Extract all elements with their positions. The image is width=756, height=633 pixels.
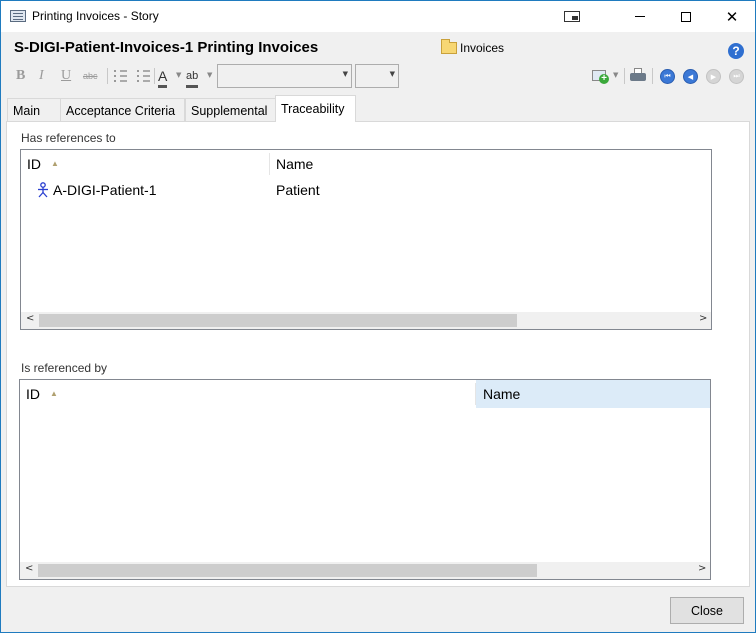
minimize-button[interactable]: [617, 1, 663, 32]
actor-icon: [38, 182, 48, 198]
has-references-label: Has references to: [21, 131, 116, 145]
chevron-down-icon: ▼: [342, 70, 348, 78]
font-family-select[interactable]: ▼: [217, 64, 352, 88]
insert-image-button[interactable]: +: [592, 68, 609, 84]
title-bar: Printing Invoices - Story ✕: [1, 1, 755, 32]
toolbar-divider: [154, 68, 155, 84]
column-header-label: Name: [276, 156, 314, 172]
table-row[interactable]: A-DIGI-Patient-1 Patient: [21, 178, 711, 202]
close-button[interactable]: Close: [670, 597, 744, 624]
scroll-right-icon[interactable]: >: [699, 313, 707, 324]
column-header-label: ID: [27, 156, 41, 172]
toolbar-divider: [624, 68, 625, 84]
previous-record-button[interactable]: ◀: [683, 69, 698, 84]
font-size-select[interactable]: ▼: [355, 64, 399, 88]
folder-label: Invoices: [460, 41, 505, 55]
row-id: A-DIGI-Patient-1: [53, 182, 157, 198]
maximize-icon: [681, 11, 691, 22]
row-name: Patient: [276, 182, 320, 198]
story-icon: [10, 10, 26, 22]
strikethrough-button[interactable]: abc: [83, 67, 98, 85]
maximize-button[interactable]: [663, 1, 709, 32]
screen-mode-button[interactable]: [549, 1, 595, 32]
column-header-label: Name: [483, 386, 521, 402]
referenced-by-grid: ID ▲ Name < >: [19, 379, 711, 580]
highlight-color-button[interactable]: ab: [186, 67, 199, 88]
scrollbar-thumb[interactable]: [38, 564, 537, 577]
help-icon[interactable]: ?: [728, 43, 744, 59]
referenced-by-label: Is referenced by: [21, 361, 108, 375]
horizontal-scrollbar[interactable]: < >: [20, 562, 710, 579]
toolbar-divider: [107, 68, 108, 84]
bullet-list-icon[interactable]: [114, 70, 127, 82]
last-record-button[interactable]: ⏭: [729, 69, 744, 84]
tab-supplemental[interactable]: Supplemental: [185, 98, 276, 121]
column-header-label: ID: [26, 386, 40, 402]
font-color-button[interactable]: A: [158, 67, 168, 88]
numbered-list-icon[interactable]: [137, 70, 150, 82]
column-header-id[interactable]: ID ▲: [20, 380, 475, 408]
chevron-down-icon[interactable]: ▼: [207, 71, 212, 79]
bold-button[interactable]: B: [16, 67, 25, 85]
column-header-name[interactable]: Name: [270, 150, 711, 178]
id-cell: A-DIGI-Patient-1: [35, 182, 156, 198]
column-header-id[interactable]: ID ▲: [21, 150, 269, 178]
folder-link[interactable]: Invoices: [441, 39, 505, 55]
scroll-left-icon[interactable]: <: [26, 313, 34, 324]
scroll-right-icon[interactable]: >: [698, 563, 706, 574]
minimize-icon: [635, 16, 645, 17]
screen-icon: [564, 11, 580, 22]
add-icon: +: [599, 74, 609, 84]
scrollbar-thumb[interactable]: [39, 314, 517, 327]
underline-button[interactable]: U: [61, 67, 71, 85]
sort-icon: ▲: [51, 159, 59, 168]
print-button[interactable]: [630, 68, 646, 84]
chevron-down-icon[interactable]: ▼: [613, 71, 618, 79]
italic-button[interactable]: I: [39, 67, 44, 85]
chevron-down-icon: ▼: [389, 70, 395, 78]
dialog-window: Printing Invoices - Story ✕ S-DIGI-Patie…: [0, 0, 756, 633]
tab-acceptance-criteria[interactable]: Acceptance Criteria: [60, 98, 185, 121]
scroll-left-icon[interactable]: <: [25, 563, 33, 574]
close-icon: ✕: [725, 7, 739, 26]
toolbar-divider: [652, 68, 653, 84]
item-title: S-DIGI-Patient-Invoices-1 Printing Invoi…: [14, 39, 319, 56]
column-header-name[interactable]: Name: [476, 380, 710, 408]
chevron-down-icon[interactable]: ▼: [176, 71, 181, 79]
sort-icon: ▲: [50, 389, 58, 398]
tab-main[interactable]: Main: [7, 98, 61, 121]
tab-traceability[interactable]: Traceability: [275, 95, 356, 122]
folder-icon: [441, 39, 457, 54]
horizontal-scrollbar[interactable]: < >: [21, 312, 711, 329]
next-record-button[interactable]: ▶: [706, 69, 721, 84]
window-title: Printing Invoices - Story: [32, 9, 159, 23]
close-window-button[interactable]: ✕: [709, 1, 755, 32]
has-references-grid: ID ▲ Name A-DIGI-Patient-1 Patient < >: [20, 149, 712, 330]
first-record-button[interactable]: ⏮: [660, 69, 675, 84]
